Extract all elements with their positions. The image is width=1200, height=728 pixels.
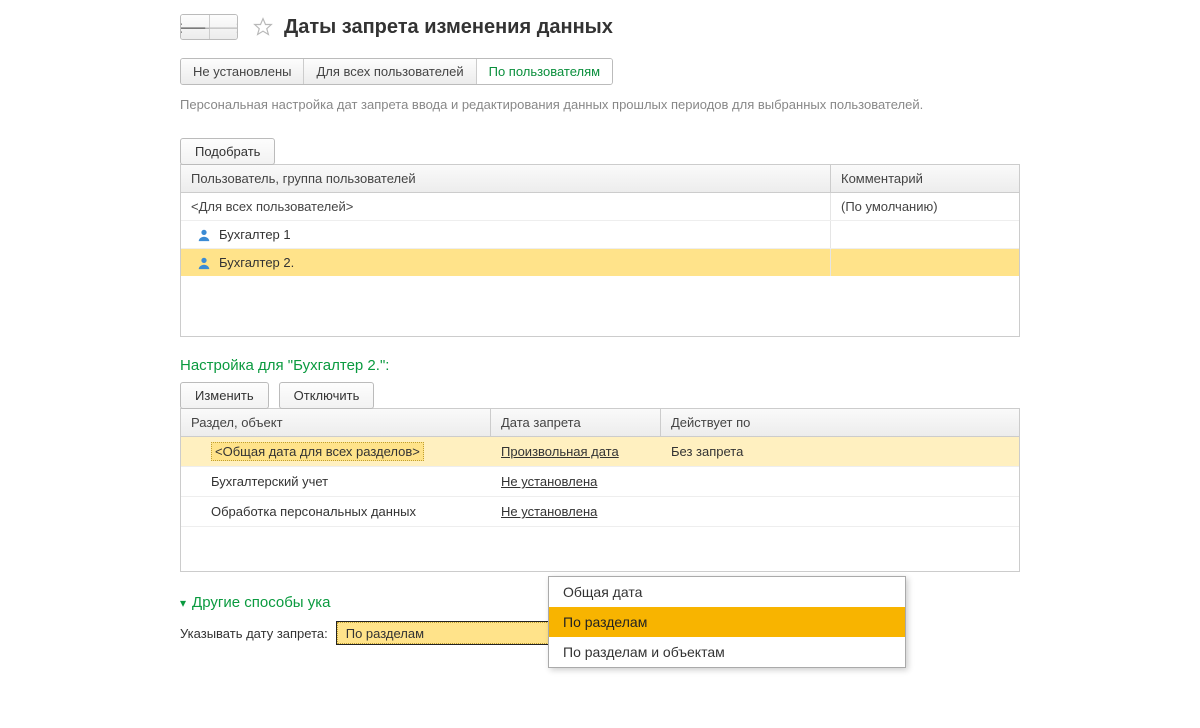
select-button[interactable]: Подобрать	[180, 138, 275, 165]
tab-all-users[interactable]: Для всех пользователей	[304, 59, 476, 84]
sections-table: Раздел, объект Дата запрета Действует по…	[180, 408, 1020, 572]
tab-by-users[interactable]: По пользователям	[477, 59, 612, 84]
users-table: Пользователь, группа пользователей Комме…	[180, 164, 1020, 337]
forward-button[interactable]: 🡒	[209, 15, 237, 39]
users-row-1[interactable]: Бухгалтер 1	[181, 221, 1019, 249]
users-row-all[interactable]: <Для всех пользователей> (По умолчанию)	[181, 193, 1019, 221]
users-row-2[interactable]: Бухгалтер 2.	[181, 249, 1019, 276]
chevron-down-icon: ▾	[180, 596, 186, 610]
edit-button[interactable]: Изменить	[180, 382, 269, 409]
users-row-all-comment: (По умолчанию)	[831, 193, 1019, 220]
users-row-2-name: Бухгалтер 2.	[219, 255, 294, 270]
sections-col-section: Раздел, объект	[181, 409, 491, 437]
user-icon	[197, 256, 211, 270]
mode-tabs: Не установлены Для всех пользователей По…	[180, 58, 613, 85]
users-col-user: Пользователь, группа пользователей	[181, 165, 831, 193]
sections-row-0-section: <Общая дата для всех разделов>	[211, 442, 424, 461]
tab-not-set[interactable]: Не установлены	[181, 59, 304, 84]
users-col-comment: Комментарий	[831, 165, 1019, 193]
users-row-all-user: <Для всех пользователей>	[181, 193, 831, 220]
nav-history: 🡐 🡒	[180, 14, 238, 40]
sections-row-0-valid: Без запрета	[661, 437, 1019, 466]
specify-date-label: Указывать дату запрета:	[180, 626, 328, 641]
sections-row-1-date[interactable]: Не установлена	[501, 474, 597, 489]
sections-row-1-section: Бухгалтерский учет	[181, 467, 491, 496]
favorite-star-icon[interactable]	[252, 16, 274, 38]
sections-row-2[interactable]: Обработка персональных данных Не установ…	[181, 497, 1019, 527]
sections-row-2-date[interactable]: Не установлена	[501, 504, 597, 519]
sections-row-1[interactable]: Бухгалтерский учет Не установлена	[181, 467, 1019, 497]
disable-button[interactable]: Отключить	[279, 382, 375, 409]
settings-title: Настройка для "Бухгалтер 2.":	[180, 357, 1200, 374]
sections-col-date: Дата запрета	[491, 409, 661, 437]
sections-col-valid: Действует по	[661, 409, 1019, 437]
description-text: Персональная настройка дат запрета ввода…	[180, 97, 1020, 112]
dropdown-opt-sections[interactable]: По разделам	[549, 607, 905, 637]
sections-row-0-date[interactable]: Произвольная дата	[501, 444, 619, 459]
sections-row-0[interactable]: <Общая дата для всех разделов> Произволь…	[181, 437, 1019, 467]
other-ways-label: Другие способы ука	[192, 594, 330, 611]
sections-row-2-section: Обработка персональных данных	[181, 497, 491, 526]
users-row-1-name: Бухгалтер 1	[219, 227, 291, 242]
page-title: Даты запрета изменения данных	[284, 16, 613, 39]
mode-dropdown-popup: Общая дата По разделам По разделам и объ…	[548, 576, 906, 668]
dropdown-opt-sections-objects[interactable]: По разделам и объектам	[549, 637, 905, 667]
dropdown-opt-common[interactable]: Общая дата	[549, 577, 905, 607]
user-icon	[197, 228, 211, 242]
